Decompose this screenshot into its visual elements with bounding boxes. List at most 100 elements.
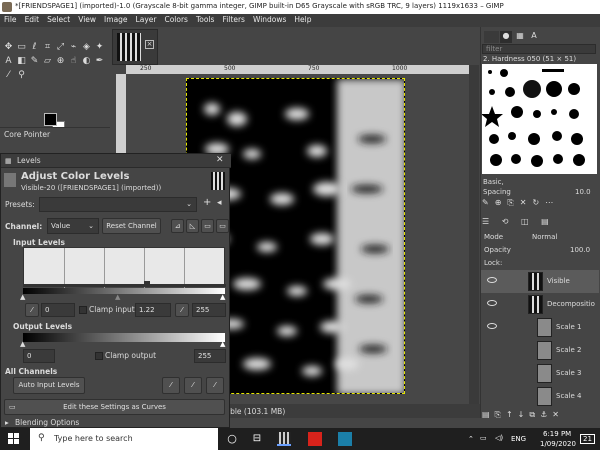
input-high-handle[interactable]: ▲ [220,293,225,301]
menu-view[interactable]: View [74,14,100,25]
layer-row-scale-1[interactable]: Scale 1 [481,316,599,339]
layer-name[interactable]: Decompositio [547,300,595,308]
cage-icon[interactable]: ◈ [81,42,92,53]
image-tab[interactable]: × [112,29,158,65]
horizontal-ruler[interactable]: 250 500 750 1000 [126,65,469,74]
bucket-fill-icon[interactable]: ◧ [16,56,27,67]
cortana-icon[interactable]: ○ [225,432,239,446]
layer-name[interactable]: Scale 1 [556,323,582,331]
menu-image[interactable]: Image [100,14,132,25]
gamma-handle[interactable]: ▲ [115,293,120,301]
menu-colors[interactable]: Colors [160,14,192,25]
layer-name[interactable]: Scale 2 [556,346,582,354]
input-low-field[interactable]: 0 [41,303,75,317]
layer-row-visible[interactable]: Visible [481,270,599,293]
layer-row-scale-3[interactable]: Scale 3 [481,362,599,385]
clamp-input-checkbox[interactable] [79,306,87,314]
text-tool-icon[interactable]: A [3,56,14,67]
layer-row-decomposition[interactable]: Decompositio [481,293,599,316]
auto-input-levels-button[interactable]: Auto Input Levels [13,377,85,394]
language-indicator[interactable]: ENG [511,435,526,443]
eye-icon[interactable] [487,323,497,329]
notification-count[interactable]: 21 [580,434,595,444]
black-point-picker-icon[interactable]: ⁄ [25,303,39,317]
crop-icon[interactable]: ⌗ [42,42,53,53]
channel-select[interactable]: Value ⌄ [47,218,99,234]
output-high-handle[interactable]: ▲ [220,340,225,348]
brush-actions[interactable]: ✎⊕⎘✕↻⋯ [482,198,597,210]
output-high-field[interactable]: 255 [194,349,226,363]
brush-tab-icon[interactable]: ● [500,31,512,43]
output-low-handle[interactable]: ▲ [20,340,25,348]
taskbar-search-box[interactable]: ⚲ Type here to search [30,428,218,450]
menu-filters[interactable]: Filters [218,14,248,25]
menu-tools[interactable]: Tools [192,14,218,25]
black-picker-icon[interactable]: ⁄ [162,377,180,394]
layer-actions[interactable]: ▤⎘↑↓⧉⚓✕ [482,410,597,420]
clock-date[interactable]: 1/09/2020 [540,440,576,448]
tray-chevron-icon[interactable]: ⌃ [468,435,474,443]
expander-arrow-icon[interactable]: ▸ [5,418,9,427]
linear-histogram-icon[interactable]: ⊿ [171,219,184,233]
preset-menu-icon[interactable]: ◂ [217,198,222,208]
menu-help[interactable]: Help [290,14,315,25]
close-tab-icon[interactable]: × [145,40,154,49]
menu-layer[interactable]: Layer [132,14,161,25]
brush-grid[interactable] [481,64,597,174]
eye-icon[interactable] [487,300,497,306]
blending-options-label[interactable]: Blending Options [15,418,79,427]
menu-file[interactable]: File [0,14,21,25]
windows-start-icon[interactable] [8,433,20,445]
smudge-icon[interactable]: ☝ [68,56,79,67]
brush-filter-input[interactable]: filter [482,44,596,54]
gimp-taskbar-icon[interactable] [277,432,291,446]
task-view-icon[interactable]: ⊟ [250,432,264,446]
vertical-scrollbar[interactable] [469,65,479,404]
menu-windows[interactable]: Windows [249,14,290,25]
zoom-icon[interactable]: ⚲ [16,70,27,81]
opacity-value[interactable]: 100.0 [570,246,590,254]
reset-channel-button[interactable]: Reset Channel [102,218,161,234]
clamp-output-checkbox[interactable] [95,352,103,360]
network-icon[interactable]: ▭ [480,434,487,442]
input-low-handle[interactable]: ▲ [20,293,25,301]
white-point-picker-icon[interactable]: ⁄ [175,303,189,317]
layer-name[interactable]: Visible [547,277,570,285]
menu-edit[interactable]: Edit [21,14,44,25]
menu-select[interactable]: Select [43,14,74,25]
input-histogram[interactable] [23,247,226,288]
unified-transform-icon[interactable]: ⤢ [55,42,66,53]
layer-row-scale-4[interactable]: Scale 4 [481,385,599,408]
gamma-field[interactable]: 1.22 [135,303,171,317]
close-icon[interactable]: ✕ [216,155,224,165]
dock-tab[interactable] [484,31,499,43]
move-tool-icon[interactable]: ✥ [3,42,14,53]
presets-select[interactable]: ⌄ [39,197,197,212]
eye-icon[interactable] [487,277,497,283]
app-taskbar-icon[interactable] [338,432,352,446]
font-tab-icon[interactable]: A [528,31,540,43]
split-view-icon[interactable]: ▭ [216,219,229,233]
lasso-icon[interactable]: ℓ [29,42,40,53]
output-low-field[interactable]: 0 [23,349,55,363]
rect-select-icon[interactable]: ▭ [16,42,27,53]
acrobat-taskbar-icon[interactable] [308,432,322,446]
input-high-field[interactable]: 255 [192,303,226,317]
add-preset-icon[interactable]: + [203,197,211,208]
layer-name[interactable]: Scale 3 [556,369,582,377]
dodge-icon[interactable]: ◐ [81,56,92,67]
paths-icon[interactable]: ✒ [94,56,105,67]
foreground-color-swatch[interactable] [44,113,57,126]
pattern-tab-icon[interactable]: ▦ [514,31,526,43]
volume-icon[interactable]: ◁) [495,434,503,442]
clone-icon[interactable]: ⊕ [55,56,66,67]
histogram-mode-icon[interactable]: ▭ [201,219,214,233]
warp-icon[interactable]: ⌁ [68,42,79,53]
gray-picker-icon[interactable]: ⁄ [184,377,202,394]
color-picker-icon[interactable]: ⁄ [3,70,14,81]
white-picker-icon[interactable]: ⁄ [206,377,224,394]
layer-row-scale-2[interactable]: Scale 2 [481,339,599,362]
fuzzy-select-icon[interactable]: ✦ [94,42,105,53]
paintbrush-icon[interactable]: ✎ [29,56,40,67]
clock-time[interactable]: 6:19 PM [543,430,571,438]
